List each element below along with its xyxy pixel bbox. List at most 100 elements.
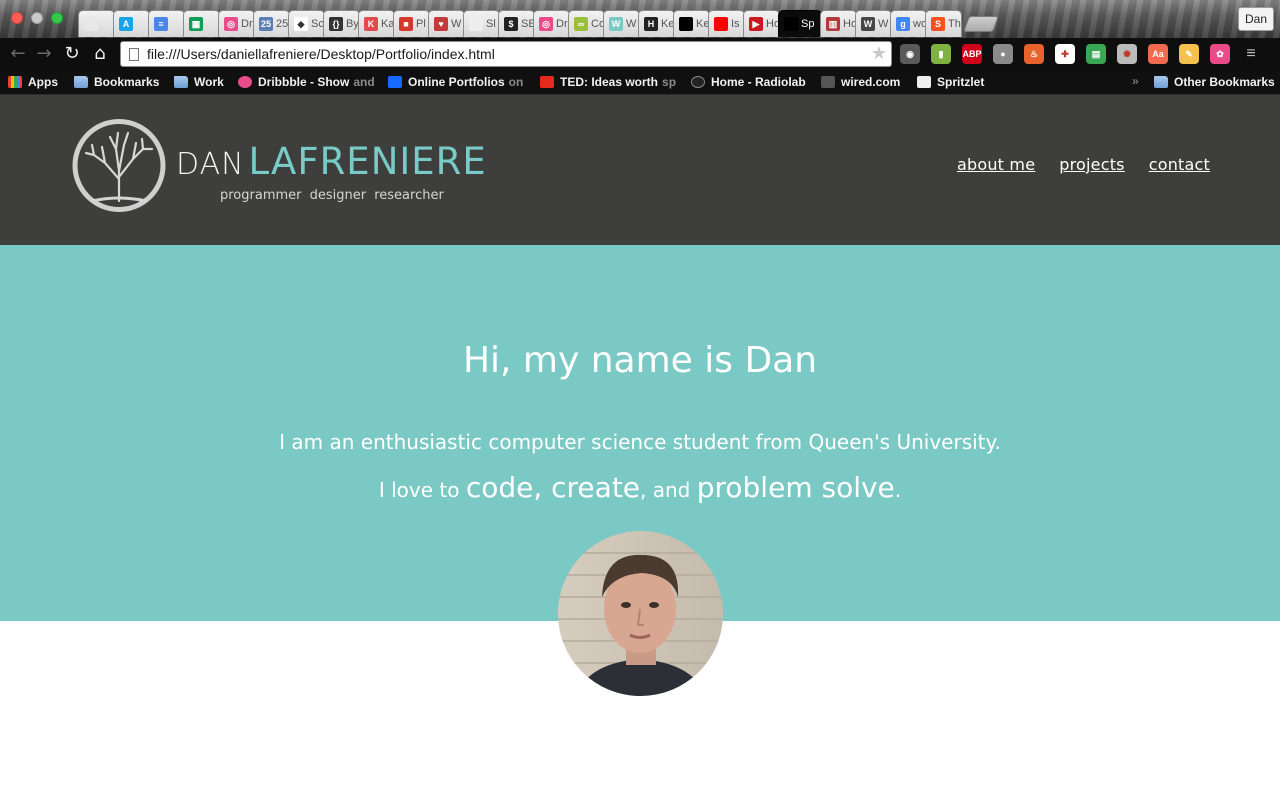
browser-tab[interactable]: ◎ Dr — [533, 10, 570, 37]
browser-tab[interactable]: $ SE — [498, 10, 535, 37]
browser-tab[interactable]: Sp✕ — [778, 10, 822, 37]
hero-tagline: I love to code, create, and problem solv… — [0, 471, 1280, 504]
tab-title: Is — [731, 18, 740, 30]
evernote-icon[interactable]: ▮ — [931, 44, 951, 64]
tab-favicon-icon: W — [609, 17, 623, 31]
tab-title: W — [878, 18, 889, 30]
tab-favicon-icon: 25 — [259, 17, 273, 31]
tab-favicon-icon — [469, 17, 483, 31]
tab-favicon-icon — [679, 17, 693, 31]
bookmark-item[interactable]: Bookmarks — [74, 73, 159, 91]
browser-tab[interactable]: WW — [855, 10, 892, 37]
browser-tab[interactable]: S Th — [925, 10, 962, 37]
tab-favicon-icon: {} — [329, 17, 343, 31]
folder-icon — [74, 76, 88, 88]
nav-projects[interactable]: projects — [1059, 155, 1124, 174]
folder-icon — [174, 76, 188, 88]
browser-tab[interactable]: K Ka — [358, 10, 395, 37]
tab-title: Sp — [801, 18, 815, 30]
browser-tab[interactable]: Is — [708, 10, 745, 37]
hero-tagline-part: . — [894, 478, 902, 502]
bookmark-item[interactable]: Home - Radiolab — [691, 73, 806, 91]
bookmark-label-faded: on — [508, 75, 524, 89]
apps-icon — [8, 76, 22, 88]
address-bar[interactable]: file:///Users/daniellafreniere/Desktop/P… — [120, 41, 892, 67]
new-tab-button[interactable] — [963, 16, 999, 32]
record-icon[interactable]: ● — [993, 44, 1013, 64]
health-icon[interactable]: ✚ — [1055, 44, 1075, 64]
site-logo[interactable]: DAN LAFRENIERE — [176, 140, 487, 190]
browser-tab[interactable]: {} By — [323, 10, 360, 37]
forward-icon[interactable]: → — [34, 44, 54, 64]
adblock-icon[interactable]: ABP — [962, 44, 982, 64]
bookmark-item[interactable]: Online Portfolios on — [388, 73, 523, 91]
portrait-image — [558, 531, 723, 696]
browser-tab[interactable]: H Ke — [638, 10, 675, 37]
browser-tab[interactable]: Ke — [673, 10, 710, 37]
site-header: DAN LAFRENIERE programmer designer resea… — [0, 95, 1280, 245]
browser-tab[interactable] — [78, 10, 115, 37]
url-text: file:///Users/daniellafreniere/Desktop/P… — [147, 46, 495, 62]
hero-title: Hi, my name is Dan — [462, 340, 818, 381]
bookmark-item[interactable]: Dribbble - Show and — [238, 73, 375, 91]
menu-icon[interactable]: ≡ — [1241, 44, 1261, 64]
browser-tab[interactable]: ♥ W — [428, 10, 465, 37]
close-window-button[interactable] — [11, 12, 23, 24]
browser-tab[interactable]: ■ Pl — [393, 10, 430, 37]
zoom-window-button[interactable] — [51, 12, 63, 24]
sheets-icon[interactable]: ▤ — [1086, 44, 1106, 64]
browser-tab[interactable]: Sl — [463, 10, 500, 37]
bookmark-item[interactable]: Spritzlet — [917, 73, 984, 91]
bookmarks-overflow-icon[interactable]: » — [1132, 74, 1139, 88]
hero-tagline-emphasis: problem solve — [696, 471, 895, 504]
tab-title: Sc — [311, 18, 324, 30]
other-bookmarks[interactable]: Other Bookmarks — [1154, 73, 1275, 91]
bookmark-item[interactable]: Work — [174, 73, 224, 91]
grammarly-icon[interactable]: ◉ — [900, 44, 920, 64]
browser-tab[interactable]: A — [113, 10, 150, 37]
bookmark-label: TED: Ideas worth — [560, 75, 659, 89]
tab-favicon-icon: ◎ — [224, 17, 238, 31]
bookmark-label: Dribbble - Show — [258, 75, 350, 89]
page-icon — [917, 76, 931, 88]
browser-tab[interactable]: 25 25 — [253, 10, 290, 37]
browser-tab[interactable]: g wo — [890, 10, 927, 37]
dribbble-icon — [238, 76, 252, 88]
bookmark-label-faded: sp — [662, 75, 677, 89]
colorpicker-icon[interactable]: ✿ — [1210, 44, 1230, 64]
browser-tab[interactable]: ▶ Ho — [743, 10, 780, 37]
page-icon — [129, 48, 139, 61]
bookmark-item[interactable]: Apps — [8, 73, 58, 91]
bookmarks-bar: Apps Bookmarks Work Dribbble - Show and Onlin… — [0, 70, 1280, 94]
tab-title: Dr — [241, 18, 253, 30]
tab-favicon-icon: ▥ — [826, 17, 840, 31]
browser-tab[interactable]: ◎ Dr — [218, 10, 255, 37]
behance-icon — [388, 76, 402, 88]
tab-favicon-icon: H — [644, 17, 658, 31]
bookmark-item[interactable]: wired.com — [821, 73, 900, 91]
wheel-icon[interactable]: ✺ — [1117, 44, 1137, 64]
browser-tab[interactable]: ∞ Co — [568, 10, 605, 37]
back-icon[interactable]: ← — [8, 44, 28, 64]
tab-favicon-icon: W — [861, 17, 875, 31]
bookmark-label: Apps — [28, 75, 58, 89]
notes-icon[interactable]: ✎ — [1179, 44, 1199, 64]
bookmark-item[interactable]: TED: Ideas worth sp — [540, 73, 676, 91]
nav-contact[interactable]: contact — [1149, 155, 1210, 174]
profile-button[interactable]: Dan — [1237, 7, 1274, 31]
flame-icon[interactable]: ♨ — [1024, 44, 1044, 64]
browser-tab[interactable]: ≡ — [148, 10, 185, 37]
minimize-window-button[interactable] — [31, 12, 43, 24]
browser-tab[interactable]: ◆ Sc — [288, 10, 325, 37]
tab-title: Dr — [556, 18, 568, 30]
bookmark-star-icon[interactable]: ★ — [871, 43, 887, 64]
browser-tab[interactable]: ▥ Ho — [820, 10, 857, 37]
bookmark-label: Spritzlet — [937, 75, 985, 89]
nav-about-me[interactable]: about me — [957, 155, 1035, 174]
bookmark-label-faded: and — [353, 75, 375, 89]
home-icon[interactable]: ⌂ — [90, 44, 110, 64]
reload-icon[interactable]: ↻ — [62, 44, 82, 64]
translate-icon[interactable]: Aa — [1148, 44, 1168, 64]
browser-tab[interactable]: WW — [603, 10, 640, 37]
browser-tab[interactable]: ▦ — [183, 10, 220, 37]
